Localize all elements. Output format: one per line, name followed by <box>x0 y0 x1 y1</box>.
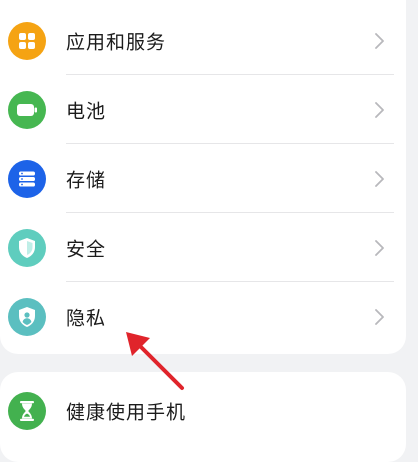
settings-item-label: 隐私 <box>66 307 107 329</box>
settings-card-digital-balance: 健康使用手机 <box>0 372 406 462</box>
settings-item-storage[interactable]: 存储 <box>0 144 406 213</box>
chevron-right-icon <box>375 101 384 118</box>
privacy-shield-icon <box>8 297 46 336</box>
storage-icon <box>8 159 46 198</box>
settings-card: 应用和服务 电池 存储 安全 隐私 <box>0 0 406 354</box>
settings-item-digital-balance[interactable]: 健康使用手机 <box>0 376 406 445</box>
chevron-right-icon <box>375 170 384 187</box>
chevron-right-icon <box>375 32 384 49</box>
settings-item-label: 健康使用手机 <box>66 401 187 423</box>
settings-item-label: 应用和服务 <box>66 31 167 53</box>
hourglass-icon <box>8 391 46 430</box>
settings-item-battery[interactable]: 电池 <box>0 75 406 144</box>
settings-item-security[interactable]: 安全 <box>0 213 406 282</box>
settings-item-apps-services[interactable]: 应用和服务 <box>0 6 406 75</box>
settings-item-label: 电池 <box>66 100 107 122</box>
chevron-right-icon <box>375 239 384 256</box>
settings-item-label: 安全 <box>66 238 107 260</box>
settings-item-privacy[interactable]: 隐私 <box>0 282 406 351</box>
red-pointer-arrow-icon <box>126 332 184 390</box>
settings-item-label: 存储 <box>66 169 107 191</box>
chevron-right-icon <box>375 308 384 325</box>
apps-icon <box>8 21 46 60</box>
security-shield-icon <box>8 228 46 267</box>
battery-icon <box>8 90 46 129</box>
